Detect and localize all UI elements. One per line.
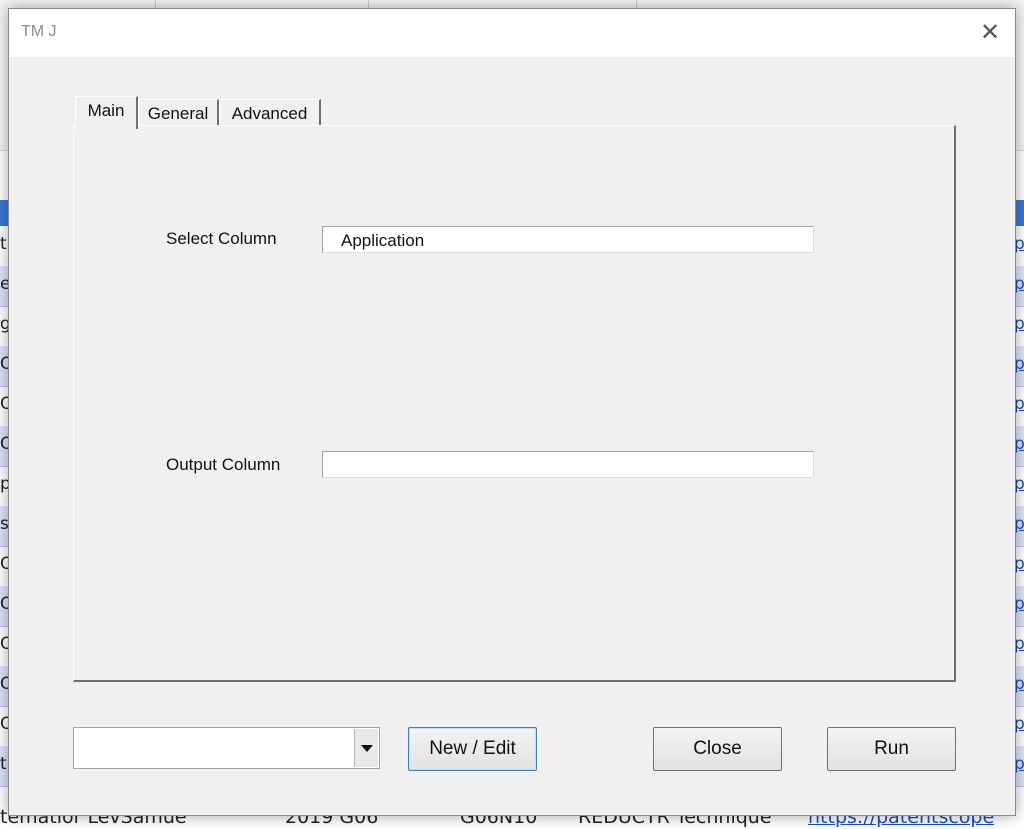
close-icon[interactable]: ✕ (977, 19, 1003, 45)
tab-label: Advanced (231, 104, 308, 123)
preset-combobox[interactable] (73, 727, 380, 769)
tmj-dialog: TM J ✕ Main General Advanced Select Colu… (8, 8, 1016, 816)
select-column-field[interactable]: Application (322, 226, 814, 253)
chevron-down-icon (361, 745, 373, 752)
dropdown-button[interactable] (354, 729, 378, 767)
tab-main[interactable]: Main (75, 96, 138, 129)
main-tab-panel: Select Column Application Output Column (73, 125, 956, 682)
output-column-field[interactable] (322, 451, 814, 478)
run-button[interactable]: Run (827, 727, 956, 771)
tab-label: Main (87, 101, 125, 120)
new-edit-button[interactable]: New / Edit (408, 727, 537, 771)
output-column-label: Output Column (166, 455, 281, 474)
select-column-label: Select Column (166, 229, 277, 248)
title-bar[interactable]: TM J ✕ (9, 9, 1015, 57)
tab-general[interactable]: General (138, 99, 219, 127)
tab-advanced[interactable]: Advanced (219, 99, 321, 127)
close-button[interactable]: Close (653, 727, 782, 771)
window-title: TM J (21, 23, 57, 40)
tab-label: General (147, 104, 209, 123)
